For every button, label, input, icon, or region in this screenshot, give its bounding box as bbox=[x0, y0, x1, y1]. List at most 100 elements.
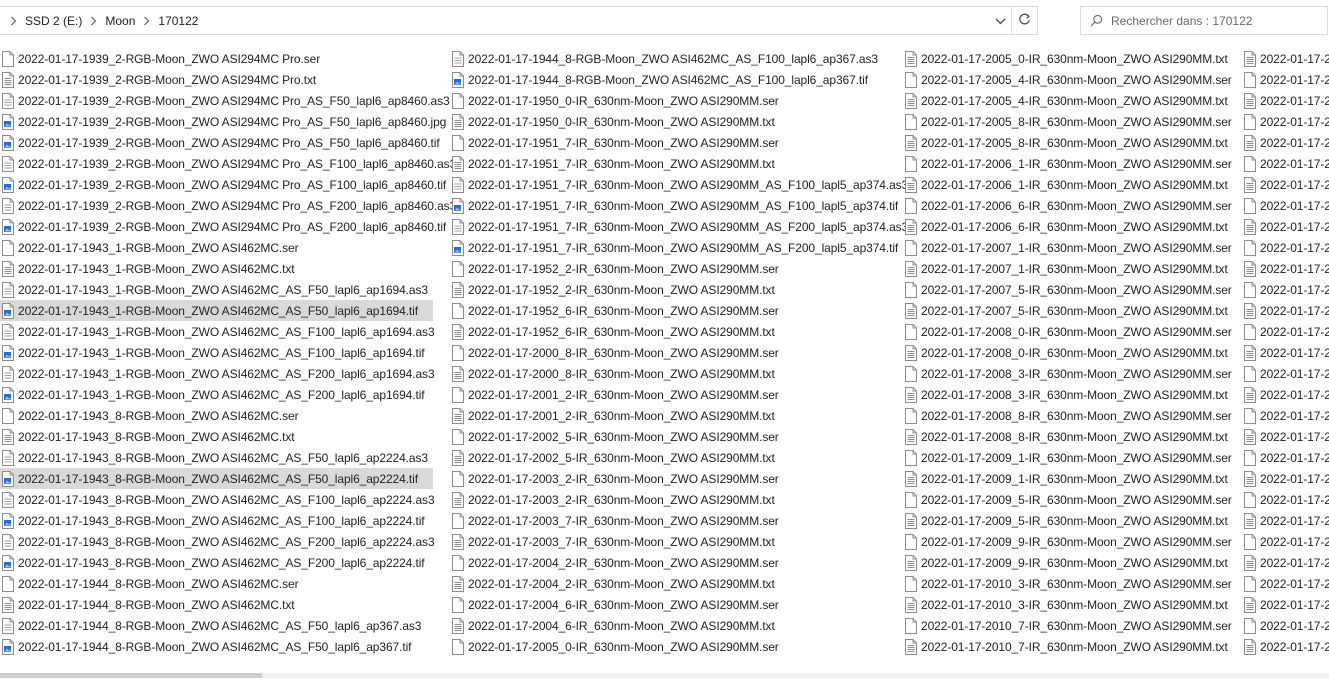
file-item[interactable]: 2022-01-17-2005_0-IR_630nm-Moon_ZWO ASI2… bbox=[450, 636, 890, 657]
search-input[interactable] bbox=[1111, 13, 1321, 28]
file-item[interactable]: 2022-01-17-2 bbox=[1242, 468, 1329, 489]
file-item[interactable]: 2022-01-17-2 bbox=[1242, 636, 1329, 657]
breadcrumb-drive[interactable]: SSD 2 (E:) bbox=[23, 14, 84, 28]
file-item[interactable]: 2022-01-17-1950_0-IR_630nm-Moon_ZWO ASI2… bbox=[450, 90, 890, 111]
file-item[interactable]: 2022-01-17-1952_2-IR_630nm-Moon_ZWO ASI2… bbox=[450, 258, 890, 279]
file-item[interactable]: 2022-01-17-2002_5-IR_630nm-Moon_ZWO ASI2… bbox=[450, 426, 890, 447]
file-item[interactable]: 2022-01-17-1952_6-IR_630nm-Moon_ZWO ASI2… bbox=[450, 300, 890, 321]
file-item[interactable]: 2022-01-17-1943_8-RGB-Moon_ZWO ASI462MC_… bbox=[0, 552, 433, 573]
file-item[interactable]: 2022-01-17-2 bbox=[1242, 153, 1329, 174]
file-item[interactable]: 2022-01-17-2 bbox=[1242, 69, 1329, 90]
file-item[interactable]: 2022-01-17-1943_8-RGB-Moon_ZWO ASI462MC_… bbox=[0, 510, 433, 531]
file-item[interactable]: 2022-01-17-2004_6-IR_630nm-Moon_ZWO ASI2… bbox=[450, 594, 890, 615]
file-item[interactable]: 2022-01-17-1939_2-RGB-Moon_ZWO ASI294MC … bbox=[0, 216, 446, 237]
refresh-button[interactable] bbox=[1011, 7, 1037, 34]
file-item[interactable]: 2022-01-17-2001_2-IR_630nm-Moon_ZWO ASI2… bbox=[450, 384, 890, 405]
chevron-right-icon[interactable] bbox=[143, 16, 150, 26]
file-item[interactable]: 2022-01-17-1943_1-RGB-Moon_ZWO ASI462MC_… bbox=[0, 384, 433, 405]
scrollbar-thumb[interactable] bbox=[0, 673, 262, 678]
breadcrumb-folder-moon[interactable]: Moon bbox=[103, 14, 137, 28]
file-item[interactable]: 2022-01-17-1939_2-RGB-Moon_ZWO ASI294MC … bbox=[0, 48, 433, 69]
file-item[interactable]: 2022-01-17-2 bbox=[1242, 594, 1329, 615]
file-item[interactable]: 2022-01-17-1939_2-RGB-Moon_ZWO ASI294MC … bbox=[0, 111, 446, 132]
file-item[interactable]: 2022-01-17-1943_8-RGB-Moon_ZWO ASI462MC.… bbox=[0, 405, 433, 426]
file-item[interactable]: 2022-01-17-2 bbox=[1242, 405, 1329, 426]
file-item[interactable]: 2022-01-17-2 bbox=[1242, 300, 1329, 321]
file-item[interactable]: 2022-01-17-2003_2-IR_630nm-Moon_ZWO ASI2… bbox=[450, 468, 890, 489]
file-item[interactable]: 2022-01-17-2003_2-IR_630nm-Moon_ZWO ASI2… bbox=[450, 489, 890, 510]
file-item[interactable]: 2022-01-17-1943_8-RGB-Moon_ZWO ASI462MC_… bbox=[0, 447, 433, 468]
file-item[interactable]: 2022-01-17-1951_7-IR_630nm-Moon_ZWO ASI2… bbox=[450, 174, 908, 195]
file-item[interactable]: 2022-01-17-1951_7-IR_630nm-Moon_ZWO ASI2… bbox=[450, 237, 898, 258]
file-item[interactable]: 2022-01-17-1943_1-RGB-Moon_ZWO ASI462MC_… bbox=[0, 363, 435, 384]
file-item[interactable]: 2022-01-17-1943_1-RGB-Moon_ZWO ASI462MC.… bbox=[0, 258, 433, 279]
file-item[interactable]: 2022-01-17-1939_2-RGB-Moon_ZWO ASI294MC … bbox=[0, 195, 456, 216]
file-item[interactable]: 2022-01-17-2 bbox=[1242, 447, 1329, 468]
file-item[interactable]: 2022-01-17-2 bbox=[1242, 279, 1329, 300]
file-item[interactable]: 2022-01-17-1939_2-RGB-Moon_ZWO ASI294MC … bbox=[0, 153, 456, 174]
file-item[interactable]: 2022-01-17-2000_8-IR_630nm-Moon_ZWO ASI2… bbox=[450, 342, 890, 363]
file-item[interactable]: 2022-01-17-1943_1-RGB-Moon_ZWO ASI462MC_… bbox=[0, 300, 433, 321]
file-item[interactable]: 2022-01-17-2 bbox=[1242, 258, 1329, 279]
file-item[interactable]: 2022-01-17-1951_7-IR_630nm-Moon_ZWO ASI2… bbox=[450, 216, 908, 237]
file-item[interactable]: 2022-01-17-1939_2-RGB-Moon_ZWO ASI294MC … bbox=[0, 174, 446, 195]
file-item[interactable]: 2022-01-17-2004_2-IR_630nm-Moon_ZWO ASI2… bbox=[450, 573, 890, 594]
file-item[interactable]: 2022-01-17-1944_8-RGB-Moon_ZWO ASI462MC_… bbox=[0, 636, 433, 657]
file-item[interactable]: 2022-01-17-1943_8-RGB-Moon_ZWO ASI462MC_… bbox=[0, 489, 435, 510]
chevron-right-icon[interactable] bbox=[90, 16, 97, 26]
file-item[interactable]: 2022-01-17-1943_8-RGB-Moon_ZWO ASI462MC_… bbox=[0, 531, 435, 552]
file-item[interactable]: 2022-01-17-1951_7-IR_630nm-Moon_ZWO ASI2… bbox=[450, 132, 890, 153]
search-box[interactable] bbox=[1080, 6, 1328, 35]
file-item[interactable]: 2022-01-17-1943_8-RGB-Moon_ZWO ASI462MC_… bbox=[0, 468, 433, 489]
file-item[interactable]: 2022-01-17-2 bbox=[1242, 489, 1329, 510]
file-item[interactable]: 2022-01-17-2 bbox=[1242, 426, 1329, 447]
file-item[interactable]: 2022-01-17-2 bbox=[1242, 321, 1329, 342]
address-history-dropdown[interactable] bbox=[989, 7, 1011, 34]
file-item[interactable]: 2022-01-17-2 bbox=[1242, 510, 1329, 531]
address-bar[interactable]: SSD 2 (E:) Moon 170122 bbox=[0, 6, 1038, 35]
file-item[interactable]: 2022-01-17-2004_2-IR_630nm-Moon_ZWO ASI2… bbox=[450, 552, 890, 573]
file-item[interactable]: 2022-01-17-1943_1-RGB-Moon_ZWO ASI462MC.… bbox=[0, 237, 433, 258]
file-item[interactable]: 2022-01-17-2003_7-IR_630nm-Moon_ZWO ASI2… bbox=[450, 531, 890, 552]
file-item[interactable]: 2022-01-17-1939_2-RGB-Moon_ZWO ASI294MC … bbox=[0, 90, 450, 111]
file-item[interactable]: 2022-01-17-1952_2-IR_630nm-Moon_ZWO ASI2… bbox=[450, 279, 890, 300]
file-item[interactable]: 2022-01-17-2 bbox=[1242, 531, 1329, 552]
file-item[interactable]: 2022-01-17-1943_1-RGB-Moon_ZWO ASI462MC_… bbox=[0, 321, 435, 342]
file-item[interactable]: 2022-01-17-1951_7-IR_630nm-Moon_ZWO ASI2… bbox=[450, 195, 898, 216]
file-item[interactable]: 2022-01-17-2 bbox=[1242, 342, 1329, 363]
file-item[interactable]: 2022-01-17-2 bbox=[1242, 195, 1329, 216]
file-item[interactable]: 2022-01-17-1944_8-RGB-Moon_ZWO ASI462MC_… bbox=[0, 615, 433, 636]
file-item[interactable]: 2022-01-17-2002_5-IR_630nm-Moon_ZWO ASI2… bbox=[450, 447, 890, 468]
file-item[interactable]: 2022-01-17-2003_7-IR_630nm-Moon_ZWO ASI2… bbox=[450, 510, 890, 531]
file-item[interactable]: 2022-01-17-1952_6-IR_630nm-Moon_ZWO ASI2… bbox=[450, 321, 890, 342]
file-item[interactable]: 2022-01-17-2000_8-IR_630nm-Moon_ZWO ASI2… bbox=[450, 363, 890, 384]
chevron-right-icon[interactable] bbox=[10, 16, 17, 26]
file-item[interactable]: 2022-01-17-1951_7-IR_630nm-Moon_ZWO ASI2… bbox=[450, 153, 890, 174]
file-item[interactable]: 2022-01-17-1944_8-RGB-Moon_ZWO ASI462MC_… bbox=[450, 48, 890, 69]
file-item[interactable]: 2022-01-17-1943_1-RGB-Moon_ZWO ASI462MC_… bbox=[0, 279, 433, 300]
horizontal-scrollbar[interactable] bbox=[0, 673, 1329, 678]
file-item[interactable]: 2022-01-17-1943_1-RGB-Moon_ZWO ASI462MC_… bbox=[0, 342, 433, 363]
file-item[interactable]: 2022-01-17-2004_6-IR_630nm-Moon_ZWO ASI2… bbox=[450, 615, 890, 636]
file-item[interactable]: 2022-01-17-2 bbox=[1242, 552, 1329, 573]
file-item[interactable]: 2022-01-17-1939_2-RGB-Moon_ZWO ASI294MC … bbox=[0, 69, 433, 90]
file-item[interactable]: 2022-01-17-2 bbox=[1242, 48, 1329, 69]
file-item[interactable]: 2022-01-17-2 bbox=[1242, 132, 1329, 153]
file-item[interactable]: 2022-01-17-2001_2-IR_630nm-Moon_ZWO ASI2… bbox=[450, 405, 890, 426]
file-item[interactable]: 2022-01-17-1944_8-RGB-Moon_ZWO ASI462MC.… bbox=[0, 594, 433, 615]
file-item[interactable]: 2022-01-17-1939_2-RGB-Moon_ZWO ASI294MC … bbox=[0, 132, 440, 153]
file-item[interactable]: 2022-01-17-2 bbox=[1242, 111, 1329, 132]
file-item[interactable]: 2022-01-17-1944_8-RGB-Moon_ZWO ASI462MC_… bbox=[450, 69, 890, 90]
file-item[interactable]: 2022-01-17-2 bbox=[1242, 237, 1329, 258]
file-item[interactable]: 2022-01-17-1944_8-RGB-Moon_ZWO ASI462MC.… bbox=[0, 573, 433, 594]
file-item[interactable]: 2022-01-17-2 bbox=[1242, 573, 1329, 594]
file-item[interactable]: 2022-01-17-2 bbox=[1242, 174, 1329, 195]
file-item[interactable]: 2022-01-17-2 bbox=[1242, 216, 1329, 237]
file-item[interactable]: 2022-01-17-2 bbox=[1242, 615, 1329, 636]
file-item[interactable]: 2022-01-17-1943_8-RGB-Moon_ZWO ASI462MC.… bbox=[0, 426, 433, 447]
file-item[interactable]: 2022-01-17-2 bbox=[1242, 90, 1329, 111]
file-item[interactable]: 2022-01-17-2 bbox=[1242, 384, 1329, 405]
breadcrumb-folder-current[interactable]: 170122 bbox=[156, 14, 200, 28]
file-item[interactable]: 2022-01-17-1950_0-IR_630nm-Moon_ZWO ASI2… bbox=[450, 111, 890, 132]
file-item[interactable]: 2022-01-17-2 bbox=[1242, 363, 1329, 384]
